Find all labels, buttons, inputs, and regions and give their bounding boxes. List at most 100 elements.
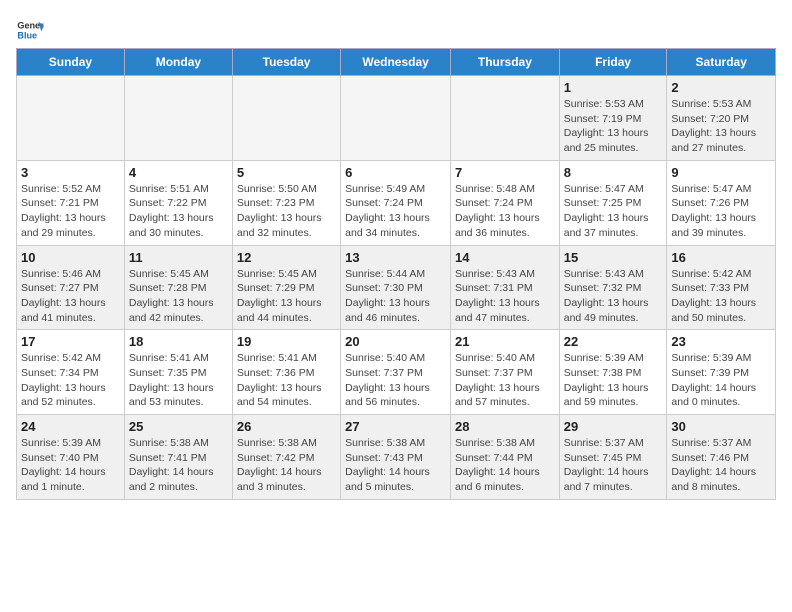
weekday-header-tuesday: Tuesday — [232, 49, 340, 76]
weekday-header-monday: Monday — [124, 49, 232, 76]
day-number: 28 — [455, 419, 555, 434]
day-number: 30 — [671, 419, 771, 434]
calendar-cell — [450, 76, 559, 161]
day-info: Sunrise: 5:40 AM Sunset: 7:37 PM Dayligh… — [455, 351, 555, 410]
logo: General Blue — [16, 16, 48, 44]
weekday-header-row: SundayMondayTuesdayWednesdayThursdayFrid… — [17, 49, 776, 76]
day-number: 7 — [455, 165, 555, 180]
day-number: 16 — [671, 250, 771, 265]
calendar-cell: 20 Sunrise: 5:40 AM Sunset: 7:37 PM Dayli… — [341, 330, 451, 415]
day-info: Sunrise: 5:41 AM Sunset: 7:35 PM Dayligh… — [129, 351, 228, 410]
day-info: Sunrise: 5:44 AM Sunset: 7:30 PM Dayligh… — [345, 267, 446, 326]
day-info: Sunrise: 5:39 AM Sunset: 7:38 PM Dayligh… — [564, 351, 663, 410]
day-info: Sunrise: 5:39 AM Sunset: 7:40 PM Dayligh… — [21, 436, 120, 495]
day-info: Sunrise: 5:45 AM Sunset: 7:28 PM Dayligh… — [129, 267, 228, 326]
day-info: Sunrise: 5:45 AM Sunset: 7:29 PM Dayligh… — [237, 267, 336, 326]
day-number: 29 — [564, 419, 663, 434]
day-number: 18 — [129, 334, 228, 349]
calendar-cell: 3Sunrise: 5:52 AM Sunset: 7:21 PM Daylig… — [17, 160, 125, 245]
day-info: Sunrise: 5:37 AM Sunset: 7:45 PM Dayligh… — [564, 436, 663, 495]
calendar-week-row: 1Sunrise: 5:53 AM Sunset: 7:19 PM Daylig… — [17, 76, 776, 161]
calendar-cell: 7 Sunrise: 5:48 AM Sunset: 7:24 PM Daylig… — [450, 160, 559, 245]
calendar-cell: 9 Sunrise: 5:47 AM Sunset: 7:26 PM Daylig… — [667, 160, 776, 245]
day-info: Sunrise: 5:38 AM Sunset: 7:43 PM Dayligh… — [345, 436, 446, 495]
calendar-cell: 26Sunrise: 5:38 AM Sunset: 7:42 PM Dayli… — [232, 415, 340, 500]
day-number: 27 — [345, 419, 446, 434]
calendar-cell: 12Sunrise: 5:45 AM Sunset: 7:29 PM Dayli… — [232, 245, 340, 330]
weekday-header-thursday: Thursday — [450, 49, 559, 76]
day-number: 23 — [671, 334, 771, 349]
day-info: Sunrise: 5:47 AM Sunset: 7:25 PM Dayligh… — [564, 182, 663, 241]
day-number: 17 — [21, 334, 120, 349]
day-info: Sunrise: 5:42 AM Sunset: 7:34 PM Dayligh… — [21, 351, 120, 410]
weekday-header-wednesday: Wednesday — [341, 49, 451, 76]
calendar-cell: 29 Sunrise: 5:37 AM Sunset: 7:45 PM Dayli… — [559, 415, 667, 500]
calendar-cell: 28 Sunrise: 5:38 AM Sunset: 7:44 PM Dayli… — [450, 415, 559, 500]
calendar-cell: 13Sunrise: 5:44 AM Sunset: 7:30 PM Dayli… — [341, 245, 451, 330]
day-number: 4 — [129, 165, 228, 180]
day-number: 14 — [455, 250, 555, 265]
day-info: Sunrise: 5:41 AM Sunset: 7:36 PM Dayligh… — [237, 351, 336, 410]
calendar-cell: 4Sunrise: 5:51 AM Sunset: 7:22 PM Daylig… — [124, 160, 232, 245]
calendar-cell: 10 Sunrise: 5:46 AM Sunset: 7:27 PM Dayli… — [17, 245, 125, 330]
calendar-cell: 8 Sunrise: 5:47 AM Sunset: 7:25 PM Daylig… — [559, 160, 667, 245]
day-info: Sunrise: 5:43 AM Sunset: 7:32 PM Dayligh… — [564, 267, 663, 326]
svg-text:Blue: Blue — [17, 30, 37, 40]
day-info: Sunrise: 5:52 AM Sunset: 7:21 PM Dayligh… — [21, 182, 120, 241]
calendar-cell: 1Sunrise: 5:53 AM Sunset: 7:19 PM Daylig… — [559, 76, 667, 161]
weekday-header-saturday: Saturday — [667, 49, 776, 76]
day-number: 20 — [345, 334, 446, 349]
calendar-cell: 19 Sunrise: 5:41 AM Sunset: 7:36 PM Dayli… — [232, 330, 340, 415]
calendar-cell — [341, 76, 451, 161]
day-info: Sunrise: 5:46 AM Sunset: 7:27 PM Dayligh… — [21, 267, 120, 326]
calendar-cell: 6 Sunrise: 5:49 AM Sunset: 7:24 PM Daylig… — [341, 160, 451, 245]
calendar-cell — [232, 76, 340, 161]
calendar-cell: 27 Sunrise: 5:38 AM Sunset: 7:43 PM Dayli… — [341, 415, 451, 500]
calendar-cell: 18 Sunrise: 5:41 AM Sunset: 7:35 PM Dayli… — [124, 330, 232, 415]
calendar-week-row: 10 Sunrise: 5:46 AM Sunset: 7:27 PM Dayli… — [17, 245, 776, 330]
day-number: 15 — [564, 250, 663, 265]
calendar-cell: 14 Sunrise: 5:43 AM Sunset: 7:31 PM Dayli… — [450, 245, 559, 330]
day-number: 5 — [237, 165, 336, 180]
day-number: 2 — [671, 80, 771, 95]
calendar-cell: 21Sunrise: 5:40 AM Sunset: 7:37 PM Dayli… — [450, 330, 559, 415]
calendar-cell — [17, 76, 125, 161]
calendar-cell: 11 Sunrise: 5:45 AM Sunset: 7:28 PM Dayli… — [124, 245, 232, 330]
calendar-cell: 2Sunrise: 5:53 AM Sunset: 7:20 PM Daylig… — [667, 76, 776, 161]
day-info: Sunrise: 5:53 AM Sunset: 7:19 PM Dayligh… — [564, 97, 663, 156]
day-info: Sunrise: 5:38 AM Sunset: 7:41 PM Dayligh… — [129, 436, 228, 495]
calendar-cell — [124, 76, 232, 161]
day-number: 8 — [564, 165, 663, 180]
day-number: 11 — [129, 250, 228, 265]
calendar-week-row: 24 Sunrise: 5:39 AM Sunset: 7:40 PM Dayli… — [17, 415, 776, 500]
page-header: General Blue — [16, 16, 776, 44]
day-info: Sunrise: 5:47 AM Sunset: 7:26 PM Dayligh… — [671, 182, 771, 241]
day-number: 24 — [21, 419, 120, 434]
calendar-cell: 23Sunrise: 5:39 AM Sunset: 7:39 PM Dayli… — [667, 330, 776, 415]
calendar-cell: 5 Sunrise: 5:50 AM Sunset: 7:23 PM Daylig… — [232, 160, 340, 245]
day-info: Sunrise: 5:50 AM Sunset: 7:23 PM Dayligh… — [237, 182, 336, 241]
day-info: Sunrise: 5:38 AM Sunset: 7:44 PM Dayligh… — [455, 436, 555, 495]
day-number: 19 — [237, 334, 336, 349]
calendar-week-row: 3Sunrise: 5:52 AM Sunset: 7:21 PM Daylig… — [17, 160, 776, 245]
calendar-cell: 25 Sunrise: 5:38 AM Sunset: 7:41 PM Dayli… — [124, 415, 232, 500]
day-info: Sunrise: 5:43 AM Sunset: 7:31 PM Dayligh… — [455, 267, 555, 326]
day-info: Sunrise: 5:48 AM Sunset: 7:24 PM Dayligh… — [455, 182, 555, 241]
weekday-header-friday: Friday — [559, 49, 667, 76]
day-number: 22 — [564, 334, 663, 349]
day-number: 9 — [671, 165, 771, 180]
calendar-cell: 16 Sunrise: 5:42 AM Sunset: 7:33 PM Dayli… — [667, 245, 776, 330]
logo-icon: General Blue — [16, 16, 44, 44]
calendar-cell: 17 Sunrise: 5:42 AM Sunset: 7:34 PM Dayli… — [17, 330, 125, 415]
day-info: Sunrise: 5:49 AM Sunset: 7:24 PM Dayligh… — [345, 182, 446, 241]
day-number: 10 — [21, 250, 120, 265]
weekday-header-sunday: Sunday — [17, 49, 125, 76]
calendar-table: SundayMondayTuesdayWednesdayThursdayFrid… — [16, 48, 776, 500]
day-info: Sunrise: 5:40 AM Sunset: 7:37 PM Dayligh… — [345, 351, 446, 410]
day-number: 25 — [129, 419, 228, 434]
calendar-week-row: 17 Sunrise: 5:42 AM Sunset: 7:34 PM Dayli… — [17, 330, 776, 415]
calendar-cell: 15 Sunrise: 5:43 AM Sunset: 7:32 PM Dayli… — [559, 245, 667, 330]
day-info: Sunrise: 5:42 AM Sunset: 7:33 PM Dayligh… — [671, 267, 771, 326]
day-number: 6 — [345, 165, 446, 180]
calendar-cell: 22 Sunrise: 5:39 AM Sunset: 7:38 PM Dayli… — [559, 330, 667, 415]
